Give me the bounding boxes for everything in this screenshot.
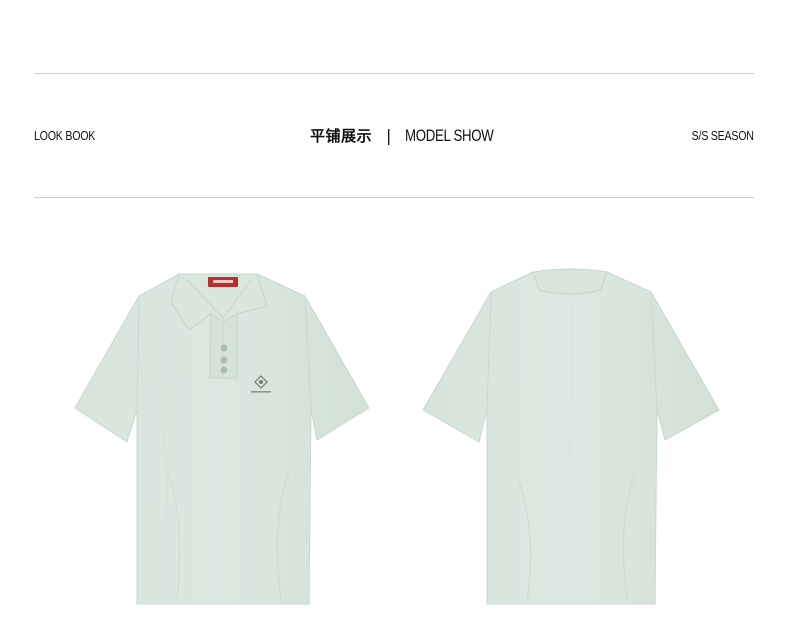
section-title-cn: 平铺展示 [310, 127, 373, 145]
polo-shirt-back-image [415, 262, 725, 612]
look-book-label: LOOK BOOK [34, 128, 96, 143]
bottom-divider [34, 197, 754, 198]
section-title-separator: | [386, 126, 392, 145]
top-divider [34, 73, 754, 74]
section-title: 平铺展示 | MODEL SHOW [310, 125, 519, 146]
season-label: S/S SEASON [691, 128, 754, 143]
section-title-en: MODEL SHOW [405, 125, 494, 145]
polo-shirt-front-image [67, 262, 377, 612]
